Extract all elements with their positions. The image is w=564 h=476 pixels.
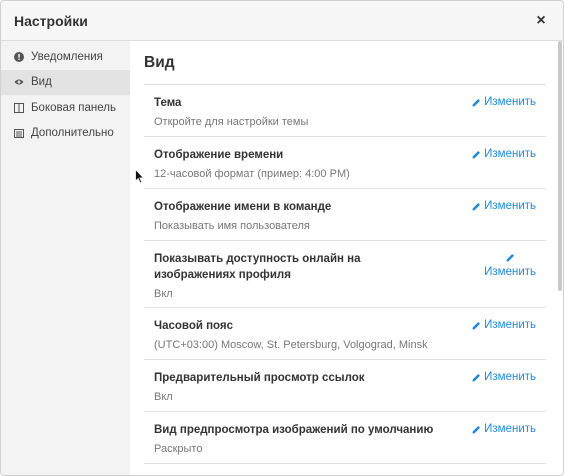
sidebar-item-label: Вид [31,76,52,88]
setting-title: Тема [154,97,182,109]
setting-link-previews: Предварительный просмотр ссылок Вкл Изме… [144,360,546,412]
sidebar-item-display[interactable]: Вид [1,69,130,95]
sidebar-item-notifications[interactable]: Уведомления [1,44,130,69]
sidebar-item-sidebar[interactable]: Боковая панель [1,95,130,120]
pencil-icon [472,425,481,434]
eye-icon [14,77,24,87]
setting-theme: Тема Откройте для настройки темы Изменит… [144,85,546,137]
settings-sidebar: Уведомления Вид Боковая панель Дополните… [1,41,130,475]
sidebar-item-label: Боковая панель [31,101,116,114]
setting-value: Откройте для настройки темы [154,116,309,128]
setting-value: (UTC+03:00) Moscow, St. Petersburg, Volg… [154,339,428,351]
edit-button[interactable]: Изменить [472,137,536,160]
scrollbar[interactable] [558,41,562,291]
mouse-cursor-icon [135,168,145,189]
settings-content: Вид Тема Откройте для настройки темы Изм… [130,41,563,475]
setting-value: Раскрыто [154,443,203,455]
setting-title: Предварительный просмотр ссылок [154,372,365,384]
setting-value: 12-часовой формат (пример: 4:00 PM) [154,168,350,180]
edit-button[interactable]: Изменить [472,308,536,331]
pencil-icon [472,98,481,107]
pencil-icon [472,202,481,211]
setting-clock-display: Отображение времени 12-часовой формат (п… [144,137,546,189]
setting-image-preview: Вид предпросмотра изображений по умолчан… [144,412,546,464]
setting-title: Вид предпросмотра изображений по умолчан… [154,424,434,436]
list-icon [14,128,24,138]
close-button[interactable]: × [532,12,550,30]
setting-timezone: Часовой пояс (UTC+03:00) Moscow, St. Pet… [144,308,546,360]
dialog-title: Настройки [14,12,88,29]
setting-value: Вкл [154,288,173,300]
setting-title: Показывать доступность онлайн на изображ… [154,253,361,281]
setting-title: Отображение времени [154,149,284,161]
settings-dialog: Настройки × Уведомления Вид Боковая пане… [0,0,564,476]
pencil-icon [472,373,481,382]
edit-button[interactable]: Изменить [484,241,536,278]
edit-button[interactable]: Изменить [472,189,536,212]
pencil-icon [472,150,481,159]
sidebar-item-advanced[interactable]: Дополнительно [1,121,130,146]
sidebar-item-label: Уведомления [31,50,103,63]
edit-button[interactable]: Изменить [472,412,536,435]
dialog-header: Настройки × [1,1,563,41]
setting-value: Вкл [154,391,173,403]
edit-button[interactable]: Изменить [472,85,536,108]
setting-online-availability: Показывать доступность онлайн на изображ… [144,241,546,308]
setting-title: Отображение имени в команде [154,201,332,213]
pencil-icon [472,321,481,330]
info-circle-icon [14,51,24,62]
setting-title: Часовой пояс [154,320,234,332]
edit-button[interactable]: Изменить [472,360,536,383]
setting-name-display: Отображение имени в команде Показывать и… [144,189,546,241]
pencil-icon [506,253,515,262]
columns-icon [14,102,24,113]
section-title: Вид [144,41,546,85]
setting-value: Показывать имя пользователя [154,220,310,232]
sidebar-item-label: Дополнительно [31,127,114,139]
